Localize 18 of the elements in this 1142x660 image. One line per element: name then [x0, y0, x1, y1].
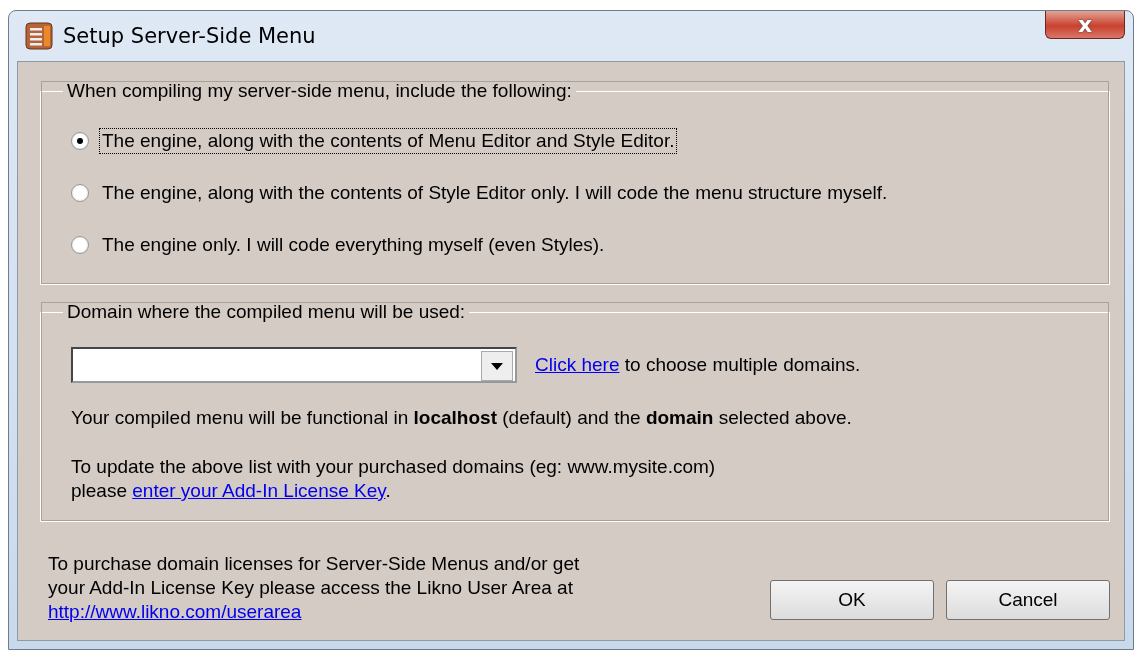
dialog-button[interactable]: OK [770, 580, 934, 620]
multi-domain-hint: Click here to choose multiple domains. [535, 354, 861, 376]
group-legend: Domain where the compiled menu will be used: [63, 301, 470, 323]
domain-dropdown[interactable] [71, 347, 517, 383]
group-legend: When compiling my server-side menu, include the following: [63, 80, 576, 102]
license-key-link[interactable]: enter your Add-In License Key [132, 480, 386, 501]
user-area-link[interactable]: http://www.likno.com/userarea [48, 601, 302, 622]
purchase-note: To purchase domain licenses for Server-Side Menus and/or get your Add-In License Key please access the Likno User Area at http://www.likno.com/userarea [48, 552, 580, 624]
radio-option[interactable]: The engine only. I will code everything myself (even Styles). [71, 232, 1089, 258]
caret-icon [491, 362, 503, 370]
close-button[interactable]: x [1045, 11, 1125, 39]
radio-option[interactable]: The engine, along with the contents of Style Editor only. I will code the menu structure myself. [71, 180, 1089, 206]
dialog-button[interactable]: Cancel [946, 580, 1110, 620]
app-icon [25, 22, 53, 50]
window-title: Setup Server-Side Menu [63, 24, 316, 48]
click-here-link[interactable]: Click here [535, 354, 620, 375]
functional-note: Your compiled menu will be functional in localhost (default) and the domain selected above. [71, 407, 853, 429]
update-note: To update the above list with your purchased domains (eg: www.mysite.com) please enter your Add-In License Key. [71, 455, 717, 503]
